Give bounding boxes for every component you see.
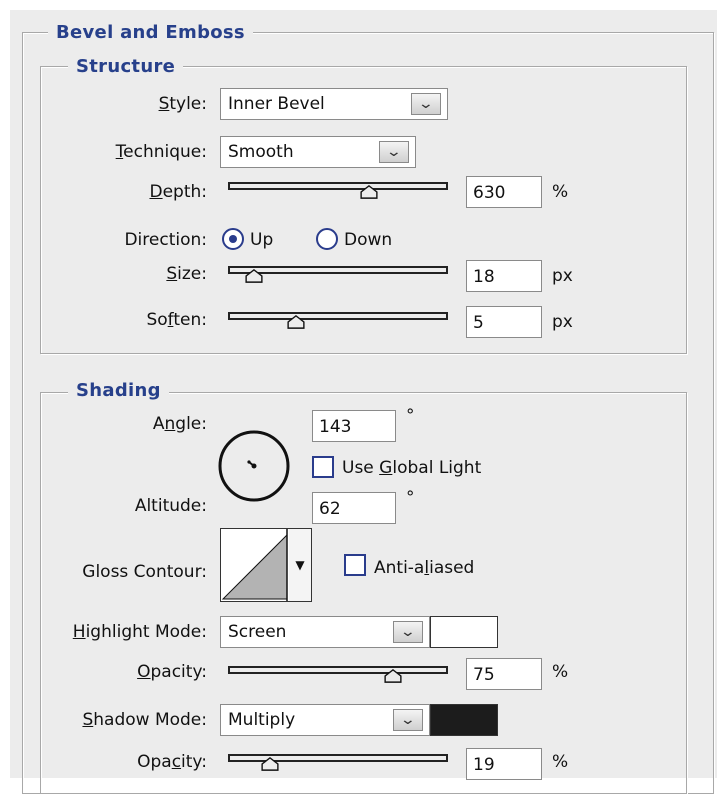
direction-down-label: Down [344, 230, 393, 250]
gloss-contour-picker[interactable]: ▼ [220, 528, 312, 602]
highlight-opacity-input[interactable]: 75 [466, 658, 542, 690]
shadow-mode-label: Shadow Mode: [82, 710, 207, 730]
shadow-color-swatch[interactable] [430, 704, 498, 736]
style-value: Inner Bevel [228, 94, 325, 114]
anti-aliased-checkbox[interactable] [344, 554, 366, 576]
slider-thumb-icon[interactable] [358, 185, 380, 199]
gloss-contour-label: Gloss Contour: [82, 562, 207, 582]
highlight-mode-value: Screen [228, 622, 287, 642]
style-label: Style: [158, 94, 207, 114]
shading-title: Shading [68, 380, 169, 401]
altitude-input[interactable]: 62 [312, 492, 396, 524]
use-global-light-label: Use Global Light [342, 458, 482, 478]
depth-unit: % [552, 182, 569, 202]
direction-up-label: Up [250, 230, 274, 250]
shadow-opacity-input[interactable]: 19 [466, 748, 542, 780]
highlight-opacity-label: Opacity: [137, 662, 207, 682]
structure-title: Structure [68, 56, 184, 77]
highlight-color-swatch[interactable] [430, 616, 498, 648]
shadow-opacity-unit: % [552, 752, 569, 772]
soften-unit: px [552, 312, 573, 332]
chevron-down-icon[interactable]: ⌄ [393, 621, 423, 643]
style-select[interactable]: Inner Bevel ⌄ [220, 88, 448, 120]
angle-dial-icon[interactable] [216, 426, 296, 506]
slider-track[interactable] [228, 312, 448, 320]
angle-label: Angle: [152, 414, 207, 434]
slider-track[interactable] [228, 666, 448, 674]
bevel-emboss-panel: Bevel and Emboss Structure Style: Inner … [10, 10, 717, 794]
highlight-mode-select[interactable]: Screen ⌄ [220, 616, 430, 648]
slider-thumb-icon[interactable] [285, 315, 307, 329]
shadow-mode-value: Multiply [228, 710, 296, 730]
panel-title: Bevel and Emboss [48, 22, 253, 43]
altitude-unit: ° [406, 488, 415, 508]
technique-value: Smooth [228, 142, 294, 162]
direction-up-radio[interactable] [222, 228, 244, 250]
chevron-down-icon[interactable]: ⌄ [393, 709, 423, 731]
angle-unit: ° [406, 406, 415, 426]
chevron-down-icon[interactable]: ⌄ [411, 93, 441, 115]
slider-thumb-icon[interactable] [243, 269, 265, 283]
size-input[interactable]: 18 [466, 260, 542, 292]
soften-label: Soften: [146, 310, 207, 330]
technique-select[interactable]: Smooth ⌄ [220, 136, 416, 168]
slider-track[interactable] [228, 182, 448, 190]
slider-thumb-icon[interactable] [259, 757, 281, 771]
size-label: Size: [166, 264, 207, 284]
technique-label: Technique: [115, 142, 207, 162]
chevron-down-icon[interactable]: ⌄ [379, 141, 409, 163]
anti-aliased-label: Anti-aliased [374, 558, 475, 578]
slider-thumb-icon[interactable] [382, 669, 404, 683]
highlight-opacity-unit: % [552, 662, 569, 682]
soften-input[interactable]: 5 [466, 306, 542, 338]
depth-label: Depth: [149, 182, 207, 202]
size-unit: px [552, 266, 573, 286]
direction-down-radio[interactable] [316, 228, 338, 250]
depth-input[interactable]: 630 [466, 176, 542, 208]
shadow-opacity-label: Opacity: [137, 752, 207, 772]
use-global-light-checkbox[interactable] [312, 456, 334, 478]
highlight-mode-label: Highlight Mode: [72, 622, 207, 642]
direction-label: Direction: [124, 230, 207, 250]
angle-input[interactable]: 143 [312, 410, 396, 442]
contour-preview-icon [221, 529, 288, 601]
chevron-down-icon[interactable]: ▼ [289, 529, 311, 601]
altitude-label: Altitude: [134, 496, 207, 516]
shadow-mode-select[interactable]: Multiply ⌄ [220, 704, 430, 736]
